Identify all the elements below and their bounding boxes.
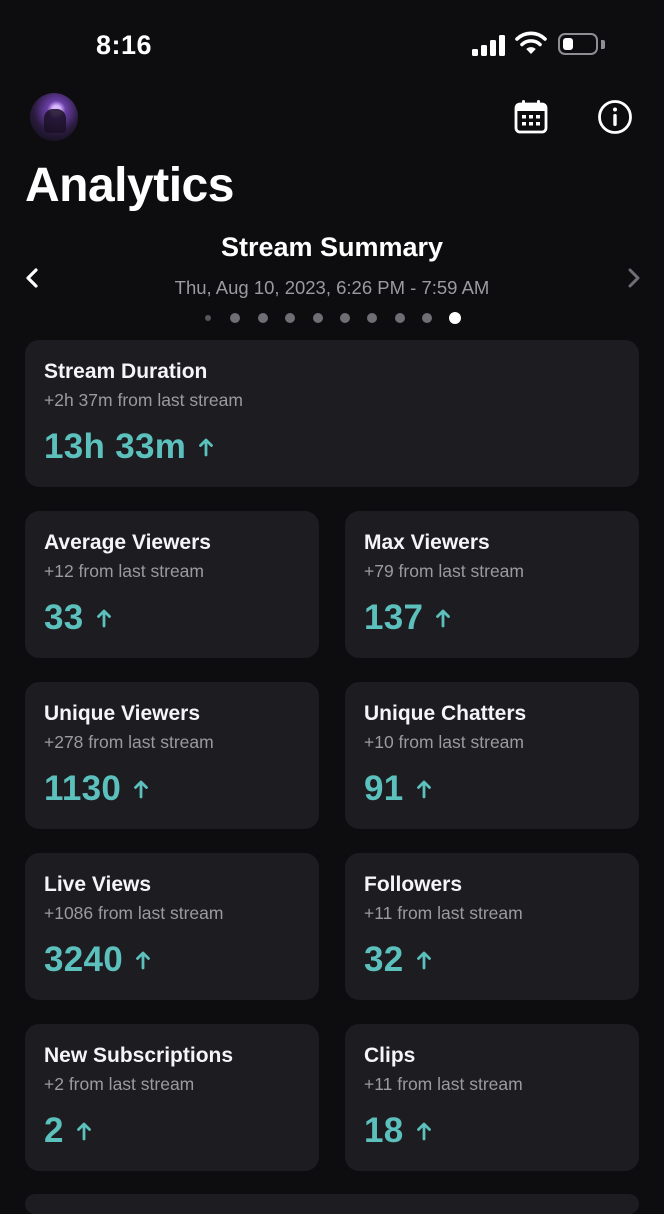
card-value-row: 91	[364, 768, 432, 810]
wifi-icon	[515, 31, 547, 54]
status-time: 8:16	[96, 30, 153, 60]
unique-chatters-card[interactable]: Unique Chatters +10 from last stream 91	[345, 682, 639, 829]
page-dot[interactable]	[257, 313, 268, 323]
next-card-partial	[25, 1194, 639, 1214]
page-dot[interactable]	[285, 313, 296, 323]
card-value: 33	[44, 598, 84, 637]
card-value: 137	[364, 598, 424, 637]
summary-date-range: Thu, Aug 10, 2023, 6:26 PM - 7:59 AM	[174, 277, 490, 298]
card-value-row: 2	[44, 1110, 92, 1152]
card-value: 91	[364, 769, 404, 808]
card-value-row: 32	[364, 939, 432, 981]
arrow-up-icon	[416, 1122, 431, 1141]
card-comparison: +1086 from last stream	[44, 903, 224, 923]
card-value: 3240	[44, 940, 124, 979]
info-icon[interactable]	[596, 98, 634, 136]
arrow-up-icon	[76, 1122, 91, 1141]
card-comparison: +11 from last stream	[364, 1074, 523, 1094]
page-dot[interactable]	[312, 313, 323, 323]
page-dot[interactable]	[230, 313, 241, 323]
card-comparison: +2 from last stream	[44, 1074, 195, 1094]
arrow-up-icon	[199, 438, 214, 457]
card-value: 32	[364, 940, 404, 979]
card-value-row: 137	[364, 597, 451, 639]
page-indicator[interactable]	[0, 310, 664, 326]
card-label: Max Viewers	[364, 531, 490, 554]
card-label: Clips	[364, 1044, 416, 1067]
card-value-row: 3240	[44, 939, 151, 981]
card-value-row: 13h 33m	[44, 426, 214, 468]
card-value-row: 33	[44, 597, 112, 639]
card-value-row: 1130	[44, 768, 149, 810]
status-bar: 8:16	[0, 0, 664, 90]
battery-icon	[558, 33, 598, 55]
card-value-row: 18	[364, 1110, 432, 1152]
card-comparison: +2h 37m from last stream	[44, 390, 243, 410]
unique-viewers-card[interactable]: Unique Viewers +278 from last stream 113…	[25, 682, 319, 829]
card-label: Unique Chatters	[364, 702, 527, 725]
card-comparison: +11 from last stream	[364, 903, 523, 923]
summary-title: Stream Summary	[220, 232, 444, 262]
card-value: 13h 33m	[44, 427, 187, 466]
card-value: 18	[364, 1111, 404, 1150]
chevron-right-icon[interactable]	[622, 264, 644, 292]
page-dot[interactable]	[422, 313, 433, 323]
card-label: New Subscriptions	[44, 1044, 234, 1067]
arrow-up-icon	[134, 780, 149, 799]
max-viewers-card[interactable]: Max Viewers +79 from last stream 137	[345, 511, 639, 658]
avatar[interactable]	[30, 93, 78, 141]
stream-duration-card[interactable]: Stream Duration +2h 37m from last stream…	[25, 340, 639, 487]
page-title: Analytics	[25, 159, 234, 212]
live-views-card[interactable]: Live Views +1086 from last stream 3240	[25, 853, 319, 1000]
page-dot[interactable]	[367, 313, 378, 323]
card-label: Average Viewers	[44, 531, 211, 554]
card-value: 2	[44, 1111, 64, 1150]
calendar-icon[interactable]	[512, 98, 550, 136]
card-value: 1130	[44, 769, 122, 808]
card-comparison: +278 from last stream	[44, 732, 214, 752]
new-subscriptions-card[interactable]: New Subscriptions +2 from last stream 2	[25, 1024, 319, 1171]
arrow-up-icon	[136, 951, 150, 970]
battery-level	[563, 38, 573, 50]
arrow-up-icon	[96, 609, 111, 628]
card-comparison: +12 from last stream	[44, 561, 204, 581]
cellular-signal-icon	[472, 34, 506, 56]
page-dot-active[interactable]	[448, 312, 461, 324]
average-viewers-card[interactable]: Average Viewers +12 from last stream 33	[25, 511, 319, 658]
arrow-up-icon	[416, 780, 431, 799]
page-dot[interactable]	[394, 313, 405, 323]
card-label: Stream Duration	[44, 360, 208, 383]
battery-cap	[601, 40, 605, 49]
followers-card[interactable]: Followers +11 from last stream 32	[345, 853, 639, 1000]
card-label: Followers	[364, 873, 463, 896]
card-comparison: +10 from last stream	[364, 732, 524, 752]
page-dot[interactable]	[340, 313, 350, 323]
arrow-up-icon	[416, 951, 431, 970]
card-label: Live Views	[44, 873, 152, 896]
card-label: Unique Viewers	[44, 702, 201, 725]
card-comparison: +79 from last stream	[364, 561, 524, 581]
arrow-up-icon	[436, 609, 451, 628]
clips-card[interactable]: Clips +11 from last stream 18	[345, 1024, 639, 1171]
page-dot[interactable]	[205, 315, 211, 321]
